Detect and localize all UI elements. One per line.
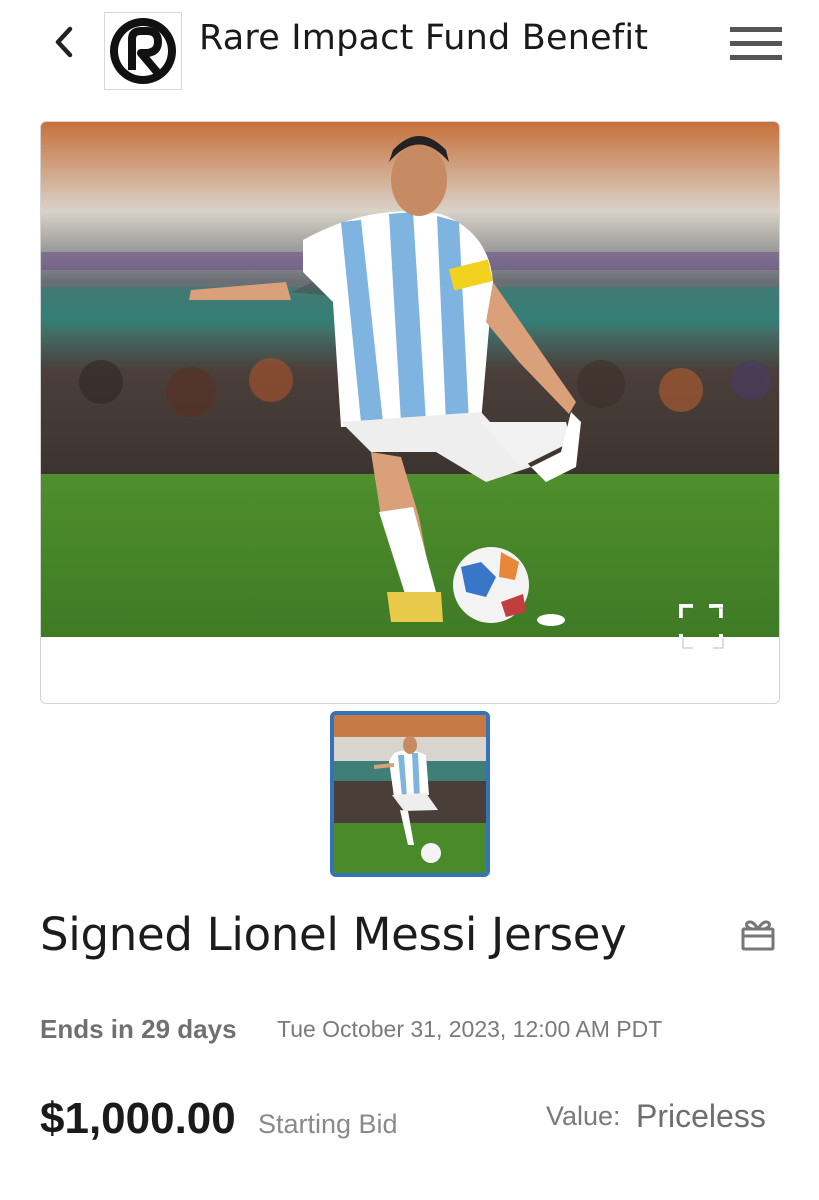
hamburger-menu-icon [730, 27, 782, 60]
starting-bid-amount: $1,000.00 [40, 1094, 236, 1143]
fullscreen-expand-icon [679, 604, 724, 649]
item-value: Priceless [636, 1098, 766, 1134]
chevron-left-icon [55, 26, 73, 58]
ends-in-countdown: Ends in 29 days [40, 1014, 237, 1044]
starting-bid-label: Starting Bid [258, 1109, 398, 1139]
organization-logo[interactable] [104, 12, 182, 90]
app-header: Rare Impact Fund Benefit [0, 0, 819, 100]
gift-icon [741, 920, 775, 951]
fullscreen-button[interactable] [675, 600, 727, 652]
thumbnail-1[interactable] [330, 711, 490, 877]
back-button[interactable] [44, 22, 84, 62]
rare-logo-icon [110, 18, 176, 84]
thumbnail-photo [334, 715, 486, 873]
main-item-photo[interactable] [41, 122, 779, 637]
item-title: Signed Lionel Messi Jersey [40, 908, 627, 961]
page-title: Rare Impact Fund Benefit [199, 18, 649, 58]
menu-button[interactable] [728, 24, 784, 64]
value-label: Value: [546, 1101, 621, 1131]
gift-button[interactable] [738, 915, 778, 955]
end-date: Tue October 31, 2023, 12:00 AM PDT [277, 1016, 663, 1042]
image-viewer [40, 121, 780, 704]
